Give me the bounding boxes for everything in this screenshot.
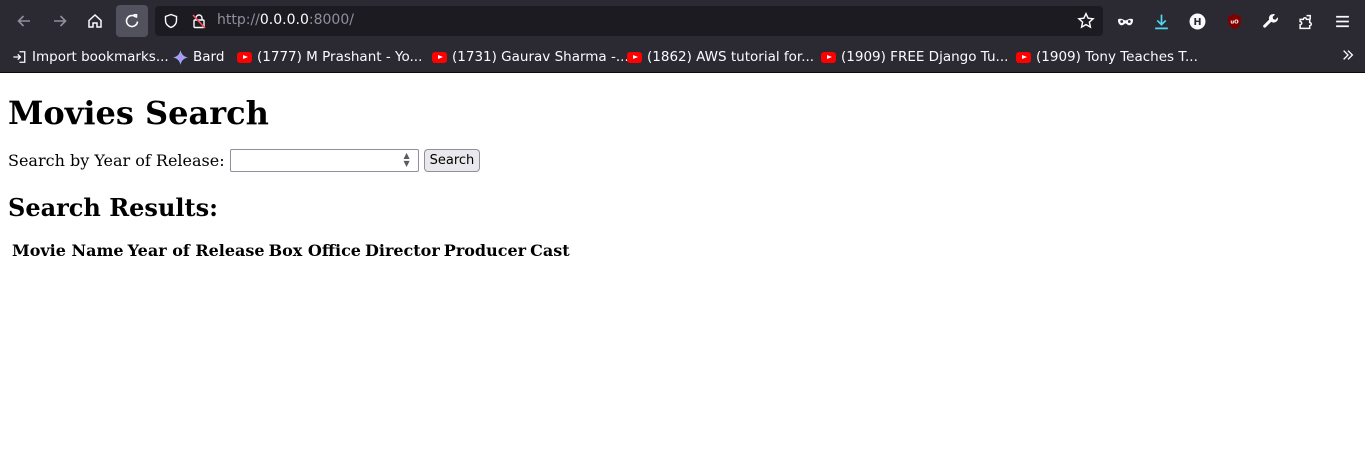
ublock-button[interactable]: uO (1218, 5, 1250, 37)
youtube-icon (1016, 51, 1031, 63)
youtube-icon (821, 51, 836, 63)
h-extension-icon: H (1189, 13, 1205, 29)
puzzle-icon (1298, 14, 1312, 29)
year-spinner[interactable]: ▲ ▼ (401, 151, 413, 169)
results-heading: Search Results: (8, 193, 218, 222)
bookmark-label: Import bookmarks... (32, 49, 169, 65)
url-host: 0.0.0.0 (259, 12, 309, 28)
bookmark-label: (1909) FREE Django Tu... (841, 49, 1009, 65)
insecure-lock-icon[interactable] (191, 13, 207, 29)
page-content: Movies Search Search by Year of Release:… (0, 94, 1365, 263)
download-icon (1154, 14, 1168, 29)
bookmark-bard[interactable]: Bard (173, 47, 224, 67)
year-input-wrapper: ▲ ▼ (229, 148, 419, 172)
bookmark-youtube-tony[interactable]: (1909) Tony Teaches T... (1016, 47, 1198, 67)
back-button[interactable] (8, 5, 40, 37)
column-header-director: Director (364, 241, 440, 260)
youtube-icon (627, 51, 642, 63)
url-port: :8000/ (308, 12, 354, 28)
youtube-icon (237, 51, 252, 63)
forward-button[interactable] (44, 5, 76, 37)
url-text[interactable]: http://0.0.0.0:8000/ (217, 12, 354, 28)
back-arrow-icon (17, 15, 30, 27)
ublock-shield-icon: uO (1227, 13, 1241, 29)
page-title: Movies Search (8, 94, 269, 132)
chevron-double-right-icon[interactable] (1341, 48, 1355, 62)
wrench-icon (1262, 13, 1278, 28)
hamburger-menu-icon (1335, 15, 1349, 27)
search-label: Search by Year of Release: (8, 150, 225, 170)
bookmark-label: (1731) Gaurav Sharma -... (452, 49, 629, 65)
column-header-box-office: Box Office (268, 241, 361, 260)
bookmark-label: Bard (193, 49, 225, 65)
extension-h-button[interactable]: H (1181, 5, 1213, 37)
import-icon (13, 51, 26, 63)
results-table: Movie Name Year of Release Box Office Di… (9, 238, 573, 263)
home-icon (88, 13, 102, 28)
results-header-row: Movie Name Year of Release Box Office Di… (11, 240, 571, 261)
bookmark-youtube-django[interactable]: (1909) FREE Django Tu... (821, 47, 1008, 67)
column-header-year: Year of Release (127, 241, 265, 260)
svg-text:uO: uO (1230, 19, 1239, 25)
bookmark-label: (1909) Tony Teaches T... (1036, 49, 1198, 65)
column-header-movie-name: Movie Name (12, 241, 124, 260)
search-button[interactable]: Search (423, 148, 481, 172)
year-input[interactable] (230, 149, 396, 171)
downloads-button[interactable] (1145, 5, 1177, 37)
bookmark-label: (1777) M Prashant - Yo... (257, 49, 423, 65)
bookmark-youtube-gaurav[interactable]: (1731) Gaurav Sharma -... (432, 47, 629, 67)
svg-text:H: H (1193, 17, 1201, 28)
bard-icon (173, 49, 188, 65)
menu-button[interactable] (1326, 5, 1358, 37)
extensions-button[interactable] (1290, 5, 1322, 37)
search-form: Search by Year of Release: ▲ ▼ Search (8, 148, 1357, 172)
bookmark-youtube-prashant[interactable]: (1777) M Prashant - Yo... (237, 47, 422, 67)
spinner-down-icon[interactable]: ▼ (401, 159, 413, 168)
mask-icon (1117, 18, 1133, 25)
reload-icon (125, 14, 139, 28)
address-bar[interactable]: http://0.0.0.0:8000/ (155, 6, 1103, 36)
column-header-cast: Cast (530, 241, 570, 260)
reload-button[interactable] (116, 5, 148, 37)
browser-toolbar: http://0.0.0.0:8000/ H uO (0, 0, 1365, 41)
private-mask-button[interactable] (1109, 5, 1141, 37)
forward-arrow-icon (54, 15, 67, 27)
browser-chrome: http://0.0.0.0:8000/ H uO Import bookmar… (0, 0, 1365, 73)
shield-icon (164, 13, 178, 29)
youtube-icon (432, 51, 447, 63)
bookmark-star-icon[interactable] (1077, 12, 1095, 30)
url-scheme: http:// (217, 12, 260, 28)
home-button[interactable] (79, 5, 111, 37)
bookmark-youtube-aws[interactable]: (1862) AWS tutorial for... (627, 47, 814, 67)
bookmarks-toolbar: Import bookmarks... Bard (1777) M Prasha… (0, 41, 1365, 73)
column-header-producer: Producer (443, 241, 527, 260)
bookmark-import[interactable]: Import bookmarks... (12, 47, 169, 67)
devtools-button[interactable] (1254, 5, 1286, 37)
bookmark-label: (1862) AWS tutorial for... (647, 49, 815, 65)
